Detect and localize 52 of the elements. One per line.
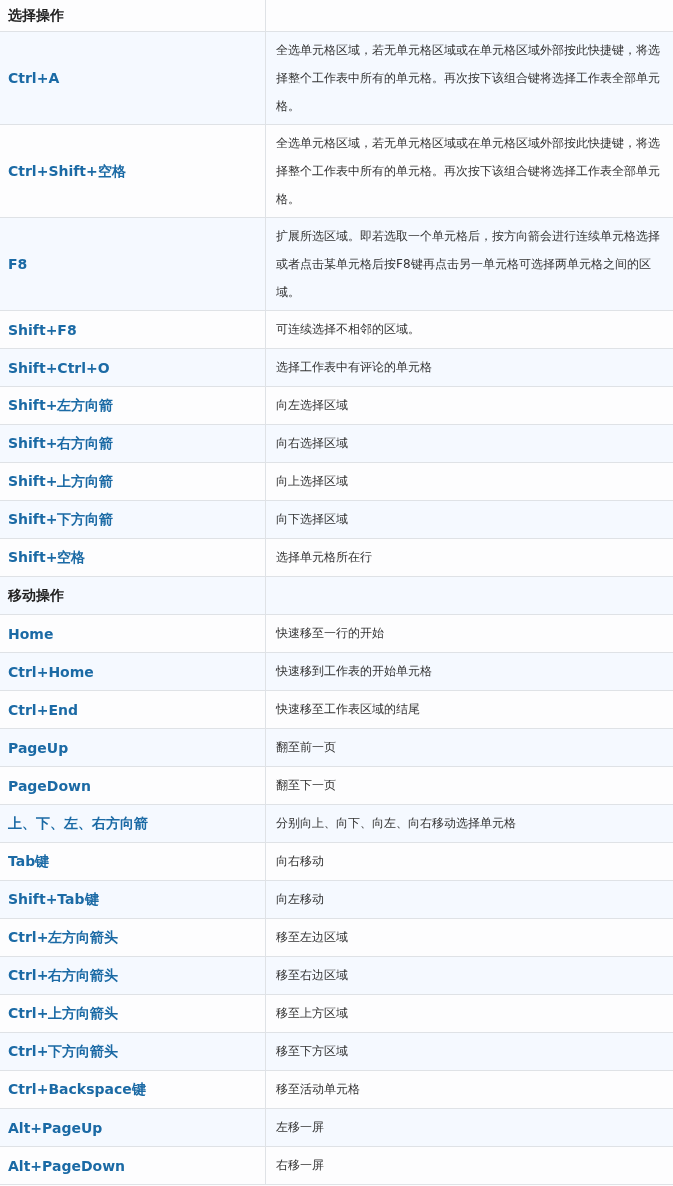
shortcut-description: 全选单元格区域，若无单元格区域或在单元格区域外部按此快捷键，将选择整个工作表中所有的单元格。再次按下该组合键将选择工作表全部单元格。 [276, 41, 661, 115]
shortcut-keys: Ctrl+上方向箭头 [8, 1005, 119, 1021]
section-heading: 移动操作 [8, 587, 64, 603]
shortcut-description: 向下选择区域 [276, 511, 348, 528]
shortcut-keys: Shift+Ctrl+O [8, 359, 110, 376]
shortcut-description: 可连续选择不相邻的区域。 [276, 321, 420, 338]
shortcut-description: 快速移至工作表区域的结尾 [276, 701, 420, 718]
shortcut-description: 选择单元格所在行 [276, 549, 372, 566]
shortcut-keys: Shift+空格 [8, 549, 86, 565]
shortcut-description: 翻至前一页 [276, 739, 336, 756]
shortcut-keys: Ctrl+下方向箭头 [8, 1043, 119, 1059]
shortcut-description: 向左移动 [276, 891, 324, 908]
shortcut-description: 扩展所选区域。即若选取一个单元格后，按方向箭会进行连续单元格选择或者点击某单元格后按F8键再点击另一单元格可选择两单元格之间的区域。 [276, 227, 661, 301]
shortcut-description: 移至下方区域 [276, 1043, 348, 1060]
shortcut-keys: Ctrl+右方向箭头 [8, 967, 119, 983]
shortcut-description: 全选单元格区域，若无单元格区域或在单元格区域外部按此快捷键，将选择整个工作表中所有的单元格。再次按下该组合键将选择工作表全部单元格。 [276, 134, 661, 208]
shortcut-keys: Shift+Tab键 [8, 891, 99, 907]
shortcut-keys: Shift+F8 [8, 321, 77, 338]
shortcut-keys: Ctrl+Shift+空格 [8, 162, 126, 179]
shortcut-description: 移至右边区域 [276, 967, 348, 984]
shortcut-description: 左移一屏 [276, 1119, 324, 1136]
shortcut-keys: Ctrl+A [8, 70, 60, 86]
shortcut-description: 翻至下一页 [276, 777, 336, 794]
shortcut-keys: Shift+左方向箭 [8, 397, 114, 413]
shortcut-keys: Alt+PageUp [8, 1119, 103, 1136]
shortcut-keys: Ctrl+Home [8, 663, 94, 680]
shortcut-keys: Ctrl+End [8, 701, 78, 718]
shortcut-keys: Shift+上方向箭 [8, 473, 114, 489]
shortcut-keys: Ctrl+Backspace键 [8, 1081, 146, 1097]
shortcut-keys: Home [8, 625, 54, 642]
shortcut-keys: Tab键 [8, 853, 50, 869]
shortcut-keys: 上、下、左、右方向箭 [8, 815, 148, 831]
shortcut-keys: PageUp [8, 739, 69, 756]
shortcut-keys: Shift+右方向箭 [8, 435, 114, 451]
shortcut-description: 右移一屏 [276, 1157, 324, 1174]
shortcut-description: 快速移至一行的开始 [276, 625, 384, 642]
shortcut-description: 移至左边区域 [276, 929, 348, 946]
shortcut-description: 向右选择区域 [276, 435, 348, 452]
shortcut-description: 向左选择区域 [276, 397, 348, 414]
shortcut-keys: Shift+下方向箭 [8, 511, 114, 527]
shortcut-description: 向右移动 [276, 853, 324, 870]
shortcut-description: 快速移到工作表的开始单元格 [276, 663, 432, 680]
shortcut-description: 分别向上、向下、向左、向右移动选择单元格 [276, 815, 516, 832]
shortcut-description: 移至活动单元格 [276, 1081, 360, 1098]
shortcut-keys: Ctrl+左方向箭头 [8, 929, 119, 945]
shortcut-keys: Alt+PageDown [8, 1157, 126, 1174]
shortcut-keys: PageDown [8, 777, 91, 794]
shortcut-keys: F8 [8, 256, 28, 272]
section-heading: 选择操作 [8, 7, 64, 24]
shortcut-description: 选择工作表中有评论的单元格 [276, 359, 432, 376]
shortcut-description: 移至上方区域 [276, 1005, 348, 1022]
shortcut-description: 向上选择区域 [276, 473, 348, 490]
